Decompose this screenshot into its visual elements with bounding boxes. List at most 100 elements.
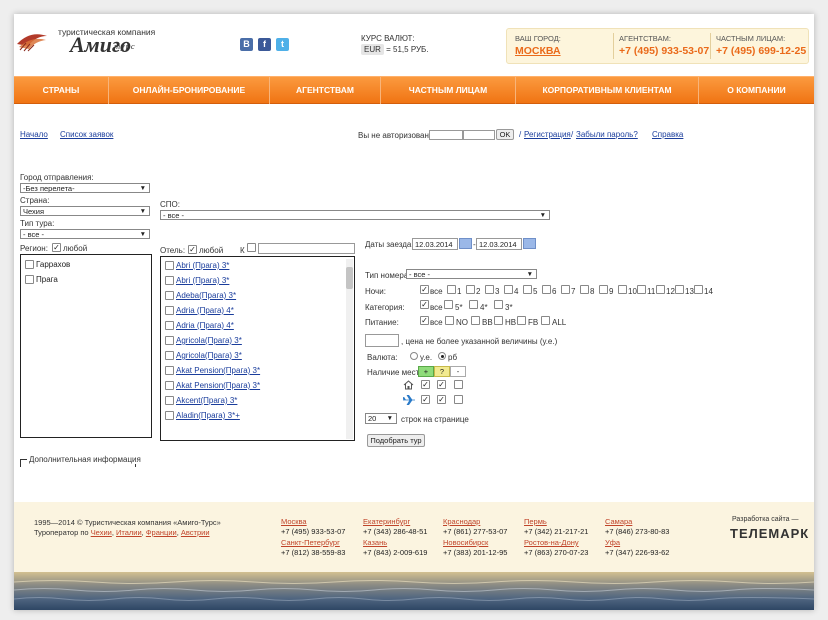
- nav-countries[interactable]: СТРАНЫ: [14, 77, 109, 104]
- meals-all-checkbox[interactable]: ✓: [420, 316, 429, 325]
- hotel-checkbox[interactable]: [165, 321, 174, 330]
- hotel-avail-maybe-checkbox[interactable]: ✓: [437, 380, 446, 389]
- link-home[interactable]: Начало: [20, 130, 48, 139]
- category-checkbox[interactable]: [469, 300, 478, 309]
- hotel-item[interactable]: Agricola(Прага) 3*: [176, 336, 242, 345]
- night-checkbox[interactable]: [618, 285, 627, 294]
- find-tour-button[interactable]: Подобрать тур: [367, 434, 425, 447]
- hotel-item[interactable]: Adria (Прага) 4*: [176, 321, 234, 330]
- hotel-item[interactable]: Adria (Прага) 4*: [176, 306, 234, 315]
- hotel-checkbox[interactable]: [165, 336, 174, 345]
- link-help[interactable]: Справка: [652, 130, 683, 139]
- hotel-checkbox[interactable]: [165, 291, 174, 300]
- region-checkbox[interactable]: [25, 260, 34, 269]
- telemark-logo[interactable]: ТЕЛЕМАРК: [730, 526, 809, 541]
- hotel-item[interactable]: Akat Pension(Прага) 3*: [176, 381, 260, 390]
- calendar-icon[interactable]: [459, 238, 472, 249]
- office-city-link[interactable]: Казань: [363, 538, 387, 547]
- office-city-link[interactable]: Самара: [605, 517, 632, 526]
- date-from-input[interactable]: 12.03.2014: [412, 238, 458, 250]
- nav-corporate[interactable]: КОРПОРАТИВНЫМ КЛИЕНТАМ: [516, 77, 699, 104]
- night-checkbox[interactable]: [694, 285, 703, 294]
- country-select[interactable]: Чехия ▼: [20, 206, 150, 216]
- office-city-link[interactable]: Уфа: [605, 538, 620, 547]
- office-city-link[interactable]: Краснодар: [443, 517, 480, 526]
- meal-checkbox[interactable]: [494, 316, 503, 325]
- operator-link-france[interactable]: Франции: [146, 528, 177, 537]
- currency-rub-radio[interactable]: [438, 352, 446, 360]
- night-checkbox[interactable]: [580, 285, 589, 294]
- nights-all-checkbox[interactable]: ✓: [420, 285, 429, 294]
- hotel-checkbox[interactable]: [165, 381, 174, 390]
- max-price-input[interactable]: [365, 334, 399, 347]
- calendar-icon[interactable]: [523, 238, 536, 249]
- office-city-link[interactable]: Москва: [281, 517, 307, 526]
- flight-avail-no-checkbox[interactable]: [454, 395, 463, 404]
- hotel-list-scrollbar[interactable]: [346, 259, 353, 439]
- vk-icon[interactable]: B: [240, 38, 253, 51]
- rows-per-page-select[interactable]: 20 ▼: [365, 413, 397, 424]
- nav-agencies[interactable]: АГЕНТСТВАМ: [270, 77, 381, 104]
- night-checkbox[interactable]: [542, 285, 551, 294]
- category-all-checkbox[interactable]: ✓: [420, 300, 429, 309]
- hotel-checkbox[interactable]: [165, 306, 174, 315]
- meal-checkbox[interactable]: [517, 316, 526, 325]
- night-checkbox[interactable]: [504, 285, 513, 294]
- hotel-item[interactable]: Akat Pension(Прага) 3*: [176, 366, 260, 375]
- hotel-avail-yes-checkbox[interactable]: ✓: [421, 380, 430, 389]
- date-to-input[interactable]: 12.03.2014: [476, 238, 522, 250]
- tour-type-select[interactable]: - все - ▼: [20, 229, 150, 239]
- hotel-item[interactable]: Agricola(Прага) 3*: [176, 351, 242, 360]
- office-city-link[interactable]: Ростов-на-Дону: [524, 538, 579, 547]
- flight-avail-maybe-checkbox[interactable]: ✓: [437, 395, 446, 404]
- link-forgot-password[interactable]: Забыли пароль?: [576, 130, 638, 139]
- hotel-filter-checkbox[interactable]: [247, 243, 256, 252]
- operator-link-austria[interactable]: Австрии: [181, 528, 210, 537]
- office-city-link[interactable]: Екатеринбург: [363, 517, 410, 526]
- night-checkbox[interactable]: [466, 285, 475, 294]
- office-city-link[interactable]: Новосибирск: [443, 538, 488, 547]
- hotel-item[interactable]: Aladin(Прага) 3*+: [176, 411, 240, 420]
- room-type-select[interactable]: - все - ▼: [406, 269, 537, 279]
- login-ok-button[interactable]: OK: [496, 129, 514, 140]
- link-orders[interactable]: Список заявок: [60, 130, 113, 139]
- office-city-link[interactable]: Пермь: [524, 517, 547, 526]
- night-checkbox[interactable]: [523, 285, 532, 294]
- operator-link-czech[interactable]: Чехии: [91, 528, 112, 537]
- night-checkbox[interactable]: [637, 285, 646, 294]
- facebook-icon[interactable]: f: [258, 38, 271, 51]
- login-input[interactable]: [429, 130, 463, 140]
- category-checkbox[interactable]: [494, 300, 503, 309]
- spo-select[interactable]: - все - ▼: [160, 210, 550, 220]
- scrollbar-thumb[interactable]: [346, 267, 353, 289]
- nav-about[interactable]: О КОМПАНИИ: [699, 77, 814, 104]
- hotel-checkbox[interactable]: [165, 276, 174, 285]
- operator-link-italy[interactable]: Италии: [116, 528, 142, 537]
- meal-checkbox[interactable]: [471, 316, 480, 325]
- departure-select[interactable]: -Без перелета- ▼: [20, 183, 150, 193]
- hotel-search-input[interactable]: [258, 243, 355, 254]
- city-selector[interactable]: МОСКВА: [515, 45, 561, 57]
- flight-avail-yes-checkbox[interactable]: ✓: [421, 395, 430, 404]
- currency-ue-radio[interactable]: [410, 352, 418, 360]
- night-checkbox[interactable]: [485, 285, 494, 294]
- meal-checkbox[interactable]: [445, 316, 454, 325]
- extra-info-legend[interactable]: Дополнительная информация: [27, 455, 143, 464]
- hotel-checkbox[interactable]: [165, 366, 174, 375]
- meal-checkbox[interactable]: [541, 316, 550, 325]
- nav-private[interactable]: ЧАСТНЫМ ЛИЦАМ: [381, 77, 516, 104]
- office-city-link[interactable]: Санкт-Петербург: [281, 538, 340, 547]
- twitter-icon[interactable]: t: [276, 38, 289, 51]
- hotel-checkbox[interactable]: [165, 351, 174, 360]
- hotel-item[interactable]: Abri (Прага) 3*: [176, 276, 229, 285]
- hotel-avail-no-checkbox[interactable]: [454, 380, 463, 389]
- hotel-checkbox[interactable]: [165, 396, 174, 405]
- region-any-checkbox[interactable]: ✓: [52, 243, 61, 252]
- nav-online-booking[interactable]: ОНЛАЙН-БРОНИРОВАНИЕ: [109, 77, 270, 104]
- night-checkbox[interactable]: [447, 285, 456, 294]
- hotel-checkbox[interactable]: [165, 261, 174, 270]
- hotel-item[interactable]: Adeba(Прага) 3*: [176, 291, 236, 300]
- category-checkbox[interactable]: [444, 300, 453, 309]
- hotel-checkbox[interactable]: [165, 411, 174, 420]
- night-checkbox[interactable]: [675, 285, 684, 294]
